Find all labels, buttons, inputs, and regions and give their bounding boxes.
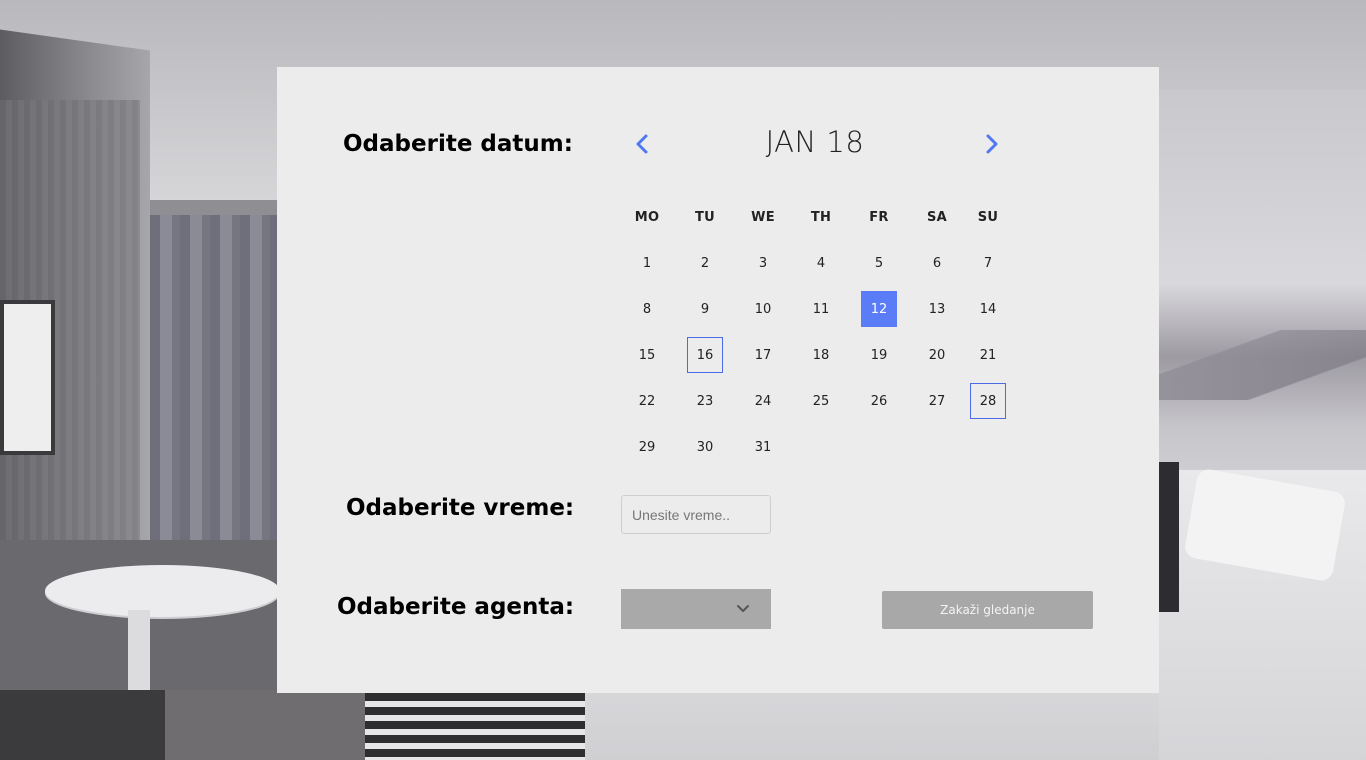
weekday-header: MO: [634, 209, 660, 225]
calendar-day[interactable]: 8: [618, 286, 676, 332]
calendar-day-selected[interactable]: 12: [850, 286, 908, 332]
next-month-button[interactable]: [982, 131, 1002, 157]
weekday-header: WE: [751, 209, 775, 225]
calendar-day[interactable]: 30: [676, 424, 734, 470]
calendar-day-number: 1: [642, 255, 652, 271]
booking-panel: Odaberite datum: JAN 18 MO TU WE TH FR SA SU 1 2…: [277, 67, 1159, 693]
calendar-day-number: 24: [754, 393, 772, 409]
schedule-viewing-button[interactable]: Zakaži gledanje: [882, 591, 1093, 629]
calendar-grid: MO TU WE TH FR SA SU 1 2 3 4 5 6 7 8 9 10 11 12 13 14 15 16 17 1…: [618, 194, 1010, 470]
calendar-day[interactable]: 18: [792, 332, 850, 378]
calendar-day[interactable]: 11: [792, 286, 850, 332]
agent-select[interactable]: [621, 589, 771, 629]
window-view: [1159, 90, 1366, 520]
calendar-day[interactable]: 23: [676, 378, 734, 424]
calendar-day-number: 27: [928, 393, 946, 409]
calendar-day-number: 22: [638, 393, 656, 409]
calendar-day-number: 31: [754, 439, 772, 455]
calendar-day-number: 15: [638, 347, 656, 363]
calendar-day[interactable]: 29: [618, 424, 676, 470]
calendar-day[interactable]: 26: [850, 378, 908, 424]
calendar-day-number: 16: [687, 337, 723, 373]
calendar-day-number: 30: [696, 439, 714, 455]
calendar-day-number: 7: [983, 255, 993, 271]
agent-label: Odaberite agenta:: [337, 594, 575, 620]
calendar-day-number: 11: [812, 301, 830, 317]
calendar-day-number: 26: [870, 393, 888, 409]
chevron-right-icon: [986, 134, 998, 154]
calendar-day-number: 12: [861, 291, 897, 327]
calendar-day[interactable]: 21: [966, 332, 1010, 378]
table-leg: [128, 610, 150, 700]
weekday-header: TH: [810, 209, 832, 225]
calendar-day[interactable]: 7: [966, 240, 1010, 286]
weekday-header: SU: [977, 209, 999, 225]
calendar-day-number: 25: [812, 393, 830, 409]
mountain-view: [1159, 330, 1366, 400]
calendar-day-number: 5: [874, 255, 884, 271]
calendar-day-number: 8: [642, 301, 652, 317]
tv: [0, 300, 55, 455]
calendar-day[interactable]: 24: [734, 378, 792, 424]
calendar-day[interactable]: 20: [908, 332, 966, 378]
desk: [0, 690, 165, 760]
calendar-day-number: 29: [638, 439, 656, 455]
side-table: [45, 565, 280, 617]
calendar-day[interactable]: 16: [676, 332, 734, 378]
calendar-day-number: 13: [928, 301, 946, 317]
bed-headboard: [1159, 462, 1179, 612]
time-label: Odaberite vreme:: [346, 495, 575, 521]
calendar-day-number: 17: [754, 347, 772, 363]
month-title: JAN 18: [765, 125, 865, 159]
calendar-day[interactable]: 25: [792, 378, 850, 424]
calendar-day-number: 20: [928, 347, 946, 363]
calendar-day[interactable]: 27: [908, 378, 966, 424]
chevron-left-icon: [636, 134, 648, 154]
calendar-day[interactable]: 6: [908, 240, 966, 286]
calendar-day[interactable]: 14: [966, 286, 1010, 332]
calendar-day[interactable]: 4: [792, 240, 850, 286]
weekday-header: FR: [869, 209, 889, 225]
weekday-header: TU: [694, 209, 716, 225]
calendar-day-number: 23: [696, 393, 714, 409]
chevron-down-icon: [737, 605, 749, 612]
calendar-day[interactable]: 22: [618, 378, 676, 424]
calendar-day-number: 2: [700, 255, 710, 271]
calendar-day[interactable]: 15: [618, 332, 676, 378]
weekday-header: SA: [926, 209, 948, 225]
calendar-day-number: 18: [812, 347, 830, 363]
calendar-day[interactable]: 31: [734, 424, 792, 470]
calendar-day-number: 14: [979, 301, 997, 317]
calendar-day[interactable]: 19: [850, 332, 908, 378]
calendar-day-number: 19: [870, 347, 888, 363]
calendar-day-number: 3: [758, 255, 768, 271]
calendar-day[interactable]: 3: [734, 240, 792, 286]
calendar-day-number: 10: [754, 301, 772, 317]
calendar-day-number: 4: [816, 255, 826, 271]
calendar-day[interactable]: 10: [734, 286, 792, 332]
calendar-day[interactable]: 28: [966, 378, 1010, 424]
calendar-day-number: 9: [700, 301, 710, 317]
calendar-day[interactable]: 1: [618, 240, 676, 286]
calendar-day[interactable]: 13: [908, 286, 966, 332]
time-input[interactable]: [621, 495, 771, 534]
calendar-day-number: 28: [970, 383, 1006, 419]
striped-rug: [365, 693, 590, 760]
calendar-day[interactable]: 17: [734, 332, 792, 378]
date-label: Odaberite datum:: [343, 131, 573, 157]
calendar-day[interactable]: 9: [676, 286, 734, 332]
calendar-day[interactable]: 5: [850, 240, 908, 286]
calendar-day-number: 6: [932, 255, 942, 271]
prev-month-button[interactable]: [632, 131, 652, 157]
calendar-day[interactable]: 2: [676, 240, 734, 286]
calendar-day-number: 21: [979, 347, 997, 363]
